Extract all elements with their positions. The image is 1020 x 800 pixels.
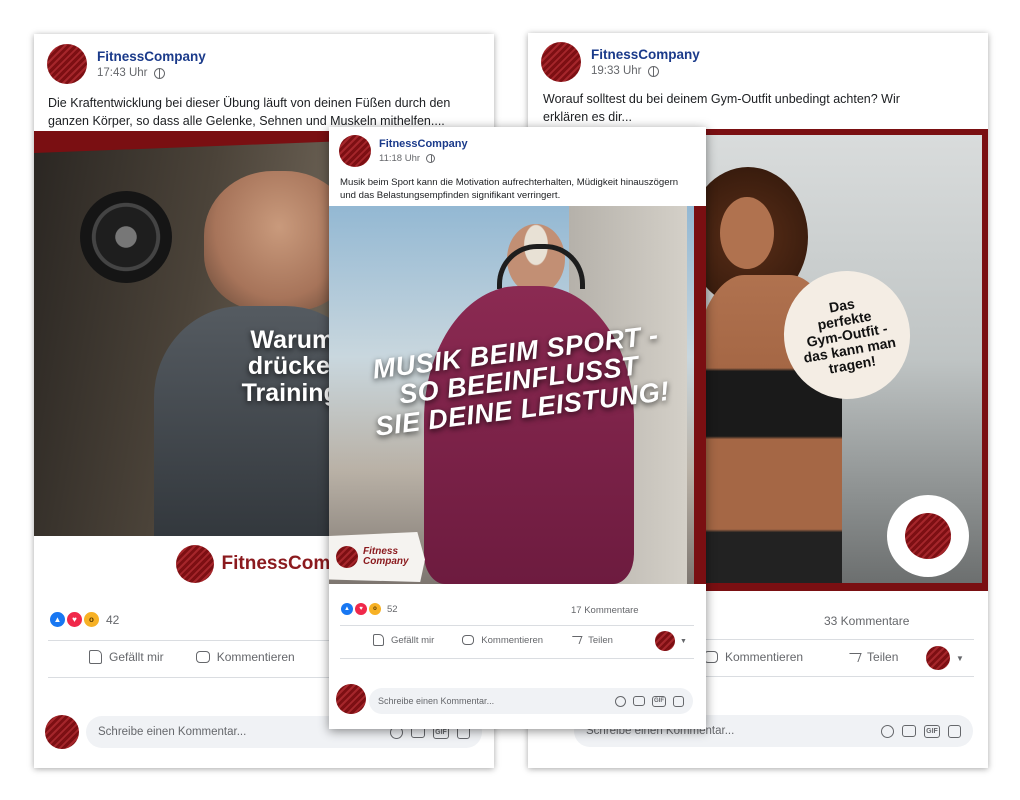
commenter-avatar[interactable]	[45, 715, 79, 749]
reaction-summary[interactable]: ▲ ♥ o 42	[50, 612, 119, 627]
comment-label: Kommentieren	[481, 634, 544, 646]
comment-placeholder: Schreibe einen Kommentar...	[98, 726, 247, 738]
avatar[interactable]	[339, 135, 371, 167]
comment-label: Kommentieren	[725, 650, 804, 664]
share-button[interactable]: Teilen	[846, 650, 899, 664]
brand-name-line: Company	[363, 556, 409, 567]
brand-logo	[905, 513, 951, 559]
brand-badge: Fitness Company	[329, 532, 425, 582]
comment-button[interactable]: Kommentieren	[195, 650, 295, 664]
love-reaction-icon: ♥	[67, 612, 82, 627]
like-button[interactable]: Gefällt mir	[373, 634, 434, 646]
comment-input[interactable]: Schreibe einen Kommentar... GIF	[369, 688, 693, 714]
globe-icon	[153, 67, 165, 79]
comment-placeholder: Schreibe einen Kommentar...	[378, 696, 495, 706]
comment-button[interactable]: Kommentieren	[462, 635, 543, 646]
avatar[interactable]	[541, 42, 581, 82]
post-time[interactable]: 19:33 Uhr	[591, 65, 642, 77]
share-label: Teilen	[867, 650, 899, 664]
author-name[interactable]: FitnessCompany	[97, 49, 206, 64]
comment-icon	[195, 651, 210, 663]
share-button[interactable]: Teilen	[569, 634, 613, 646]
sticker-icon[interactable]	[948, 724, 961, 738]
action-bar: Kommentieren Teilen	[704, 650, 898, 664]
woman-face	[720, 197, 774, 269]
sticker-icon[interactable]	[673, 695, 684, 707]
comment-icon	[462, 635, 475, 645]
brand-logo	[175, 545, 214, 583]
brand-logo	[336, 546, 358, 568]
divider	[340, 658, 694, 659]
commenter-avatar[interactable]	[336, 684, 366, 714]
share-icon	[569, 636, 583, 644]
gif-icon[interactable]: GIF	[652, 695, 666, 707]
action-bar: Gefällt mir Kommentieren	[89, 650, 295, 664]
chevron-down-icon: ▼	[956, 653, 964, 663]
post-header: FitnessCompany 11:18 Uhr	[339, 135, 468, 167]
chevron-down-icon: ▼	[680, 637, 687, 645]
emoji-icon[interactable]	[615, 695, 626, 707]
wow-reaction-icon: o	[84, 612, 99, 627]
post-header: FitnessCompany 19:33 Uhr	[541, 42, 700, 82]
divider	[340, 625, 694, 626]
post-header: FitnessCompany 17:43 Uhr	[47, 44, 206, 84]
page-avatar	[926, 646, 950, 670]
love-reaction-icon: ♥	[355, 603, 367, 615]
action-bar: Gefällt mir Kommentieren Teilen	[373, 634, 613, 646]
post-image[interactable]: MUSIK BEIM SPORT - SO BEEINFLUSST SIE DE…	[329, 206, 706, 584]
emoji-icon[interactable]	[881, 724, 894, 738]
thumbs-up-icon	[373, 634, 384, 646]
like-label: Gefällt mir	[391, 634, 435, 646]
wow-reaction-icon: o	[369, 603, 381, 615]
avatar[interactable]	[47, 44, 87, 84]
like-reaction-icon: ▲	[341, 603, 353, 615]
reaction-count: 52	[387, 603, 398, 615]
post-card-2: FitnessCompany 11:18 Uhr Musik beim Spor…	[329, 127, 706, 729]
comments-count[interactable]: 33 Kommentare	[824, 614, 909, 628]
post-text: Musik beim Sport kann die Motivation auf…	[340, 177, 679, 201]
post-time[interactable]: 17:43 Uhr	[97, 67, 148, 79]
gif-icon[interactable]: GIF	[924, 724, 940, 738]
globe-icon	[647, 65, 659, 77]
reaction-summary[interactable]: ▲ ♥ o 52	[341, 603, 398, 615]
reaction-count: 42	[106, 612, 120, 627]
red-side-stripe	[694, 206, 706, 584]
post-text: Worauf solltest du bei deinem Gym-Outfit…	[543, 92, 900, 124]
thumbs-up-icon	[89, 650, 102, 664]
comments-count[interactable]: 17 Kommentare	[571, 605, 639, 616]
camera-icon[interactable]	[633, 696, 645, 706]
dumbbell-icon	[80, 191, 172, 283]
like-button[interactable]: Gefällt mir	[89, 650, 164, 664]
page-identity-switch[interactable]: ▼	[655, 631, 687, 651]
share-icon	[846, 652, 862, 662]
share-label: Teilen	[588, 634, 613, 646]
post-text: Die Kraftentwicklung bei dieser Übung lä…	[48, 96, 451, 128]
camera-icon[interactable]	[902, 725, 916, 737]
comment-button[interactable]: Kommentieren	[704, 650, 803, 664]
like-label: Gefällt mir	[109, 650, 164, 664]
brand-logo-badge	[887, 495, 969, 577]
page-avatar	[655, 631, 675, 651]
post-time[interactable]: 11:18 Uhr	[379, 153, 420, 164]
comment-icon	[704, 651, 718, 663]
page-identity-switch[interactable]: ▼	[926, 646, 964, 670]
like-reaction-icon: ▲	[50, 612, 65, 627]
comment-label: Kommentieren	[216, 650, 295, 664]
globe-icon	[426, 154, 436, 163]
author-name[interactable]: FitnessCompany	[379, 138, 468, 150]
author-name[interactable]: FitnessCompany	[591, 47, 700, 62]
